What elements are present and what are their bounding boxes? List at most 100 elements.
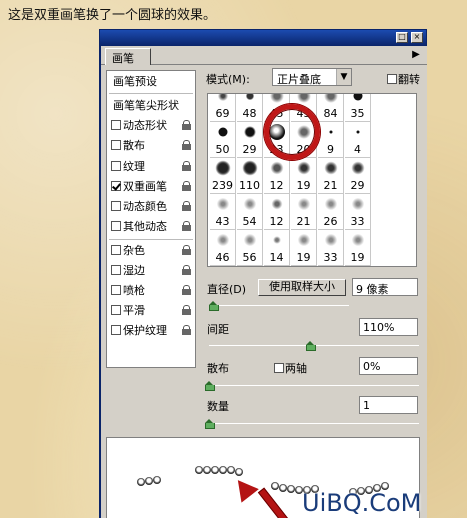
minimize-button[interactable]: □ <box>396 32 408 43</box>
brush-tip-size: 56 <box>242 251 257 264</box>
panel-menu-icon[interactable]: ▶ <box>409 48 423 62</box>
brush-tip-preview-icon <box>296 94 311 103</box>
list-item-smoothing[interactable]: 平滑 <box>107 301 195 320</box>
brush-tip-cell[interactable]: 69 <box>210 94 236 122</box>
lock-icon[interactable] <box>182 201 191 211</box>
flip-checkbox[interactable]: 翻转 <box>387 71 420 87</box>
brush-tip-cell[interactable]: 46 <box>210 230 236 266</box>
brush-tip-cell[interactable]: 56 <box>237 230 263 266</box>
close-button[interactable]: × <box>411 32 423 43</box>
brush-tip-cell[interactable]: 33 <box>318 230 344 266</box>
list-item-label: 画笔笔尖形状 <box>113 99 179 112</box>
checkbox[interactable] <box>111 305 121 315</box>
preview-dot <box>137 478 145 486</box>
lock-icon[interactable] <box>182 265 191 275</box>
brush-tip-preview-icon <box>323 94 338 103</box>
brush-tip-cell[interactable]: 110 <box>237 158 263 194</box>
brush-tip-cell[interactable]: 43 <box>210 194 236 230</box>
list-item-dual-brush[interactable]: 双重画笔 <box>107 177 195 196</box>
selection-highlight-ring <box>264 104 320 160</box>
brush-tip-cell[interactable]: 54 <box>237 194 263 230</box>
brush-tip-cell[interactable]: 14 <box>264 230 290 266</box>
lock-icon[interactable] <box>182 285 191 295</box>
brush-tip-cell[interactable]: 19 <box>291 230 317 266</box>
brush-tip-cell[interactable]: 84 <box>318 94 344 122</box>
count-slider-track[interactable] <box>209 423 419 424</box>
list-item-brush-tip-shape[interactable]: 画笔笔尖形状 <box>107 96 195 115</box>
list-item-airbrush[interactable]: 喷枪 <box>107 281 195 300</box>
brush-tip-cell[interactable]: 12 <box>264 194 290 230</box>
lock-icon[interactable] <box>182 325 191 335</box>
brush-tip-cell[interactable]: 9 <box>318 122 344 158</box>
brush-tip-cell[interactable]: 48 <box>237 94 263 122</box>
brush-tip-cell[interactable]: 21 <box>291 194 317 230</box>
brush-tip-preview-icon <box>269 94 284 103</box>
brushes-panel: □ × 画笔 ▶ 画笔预设 画笔笔尖形状 动态形状 散布 纹理 双重画笔 动态颜… <box>99 29 427 518</box>
list-item-texture[interactable]: 纹理 <box>107 157 195 176</box>
brush-tip-cell[interactable]: 29 <box>345 158 371 194</box>
preview-dot <box>219 466 227 474</box>
checkbox[interactable] <box>387 74 397 84</box>
list-item-noise[interactable]: 杂色 <box>107 241 195 260</box>
tab-brushes[interactable]: 画笔 <box>105 48 151 65</box>
divider <box>109 93 193 94</box>
chevron-down-icon[interactable]: ▼ <box>336 69 351 85</box>
brush-tip-cell[interactable]: 239 <box>210 158 236 194</box>
brush-tip-cell[interactable]: 12 <box>264 158 290 194</box>
spacing-field[interactable]: 110% <box>359 318 418 336</box>
list-item-scattering[interactable]: 散布 <box>107 136 195 155</box>
scatter-slider-track[interactable] <box>209 385 419 386</box>
list-item-protect-texture[interactable]: 保护纹理 <box>107 321 195 340</box>
list-item-color-dynamics[interactable]: 动态颜色 <box>107 197 195 216</box>
mode-select[interactable]: 正片叠底 ▼ <box>272 68 352 86</box>
checkbox[interactable] <box>111 265 121 275</box>
scatter-field[interactable]: 0% <box>359 357 418 375</box>
lock-icon[interactable] <box>182 221 191 231</box>
brush-tip-cell[interactable]: 21 <box>318 158 344 194</box>
checkbox[interactable] <box>111 140 121 150</box>
spacing-slider-thumb[interactable] <box>305 341 316 351</box>
lock-icon[interactable] <box>182 140 191 150</box>
brush-tip-cell[interactable]: 19 <box>291 158 317 194</box>
scatter-slider-thumb[interactable] <box>205 381 215 391</box>
checkbox[interactable] <box>111 201 121 211</box>
two-axis-checkbox[interactable]: 两轴 <box>274 360 307 376</box>
checkbox[interactable] <box>111 221 121 231</box>
lock-icon[interactable] <box>182 161 191 171</box>
list-item-brush-presets[interactable]: 画笔预设 <box>107 72 195 91</box>
lock-icon[interactable] <box>182 245 191 255</box>
checkbox[interactable] <box>111 161 121 171</box>
brush-tip-preview-icon <box>349 196 366 212</box>
diameter-slider-thumb[interactable] <box>209 301 220 311</box>
checkbox[interactable] <box>111 325 121 335</box>
brush-tip-cell[interactable]: 26 <box>318 194 344 230</box>
brush-tip-cell[interactable]: 4 <box>345 122 371 158</box>
lock-icon[interactable] <box>182 181 191 191</box>
brush-tip-cell[interactable]: 50 <box>210 122 236 158</box>
lock-icon[interactable] <box>182 120 191 130</box>
lock-icon[interactable] <box>182 305 191 315</box>
checkbox[interactable] <box>274 363 284 373</box>
brush-tip-cell[interactable]: 29 <box>237 122 263 158</box>
checkbox[interactable] <box>111 285 121 295</box>
diameter-label: 直径(D) <box>207 283 247 296</box>
brush-tip-cell[interactable]: 19 <box>345 230 371 266</box>
checkbox[interactable] <box>111 120 121 130</box>
count-slider-thumb[interactable] <box>205 419 215 429</box>
checkbox[interactable] <box>111 245 121 255</box>
brush-tip-size: 29 <box>350 179 365 192</box>
brush-tip-cell[interactable]: 33 <box>345 194 371 230</box>
checkbox-checked[interactable] <box>111 181 121 191</box>
brush-tip-preview-icon <box>216 94 229 102</box>
diameter-field[interactable]: 9 像素 <box>352 278 418 296</box>
preview-dot <box>227 466 235 474</box>
list-item-shape-dynamics[interactable]: 动态形状 <box>107 116 195 135</box>
panel-titlebar[interactable]: □ × <box>100 30 426 46</box>
diameter-slider-track[interactable] <box>209 305 349 306</box>
brush-tip-cell[interactable]: 35 <box>345 94 371 122</box>
use-sample-size-button[interactable]: 使用取样大小 <box>258 279 346 296</box>
list-item-other-dynamics[interactable]: 其他动态 <box>107 217 195 236</box>
count-field[interactable]: 1 <box>359 396 418 414</box>
list-item-wet-edges[interactable]: 湿边 <box>107 261 195 280</box>
list-item-label: 动态颜色 <box>123 200 167 213</box>
